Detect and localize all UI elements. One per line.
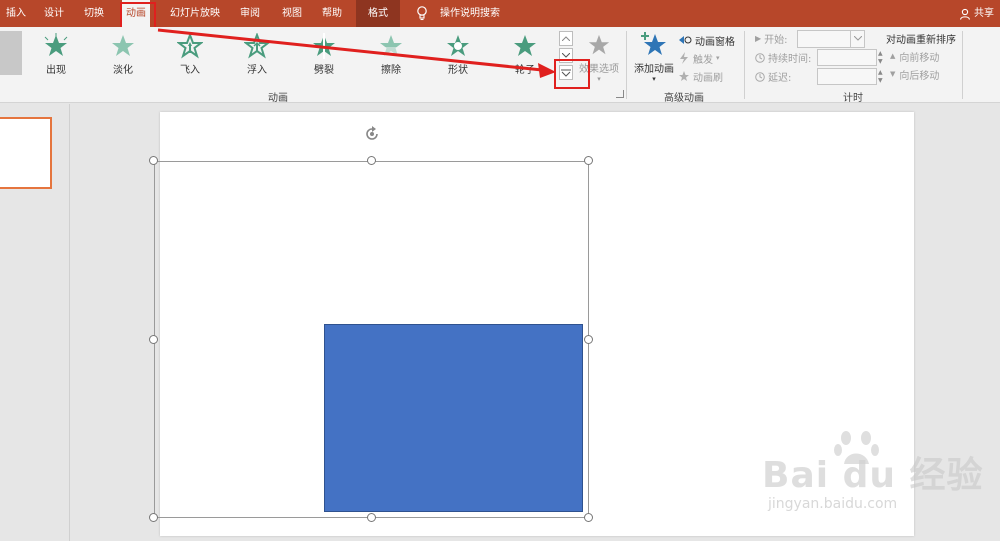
animation-shape[interactable]: 形状 (433, 33, 483, 77)
animation-wheel[interactable]: 轮子 (500, 33, 550, 77)
slide-thumbnail-pane (0, 104, 70, 541)
animation-label: 淡化 (113, 65, 133, 76)
gallery-scroll-up[interactable] (559, 31, 573, 46)
share-label: 共享 (974, 8, 994, 19)
duration-label: 持续时间: (768, 54, 812, 65)
move-earlier-label: 向前移动 (899, 52, 940, 64)
animation-pane-label: 动画窗格 (695, 36, 735, 48)
start-select[interactable] (797, 29, 865, 48)
chevron-up-icon (562, 36, 570, 41)
resize-handle-left[interactable] (149, 335, 158, 344)
animation-label: 形状 (448, 65, 468, 76)
ribbon-separator (626, 31, 627, 99)
wipe-star-icon (378, 35, 404, 59)
add-animation-label: 添加动画 (634, 64, 674, 75)
animation-fade[interactable]: 淡化 (98, 33, 148, 77)
delay-clock-icon (755, 71, 765, 82)
ribbon-separator (744, 31, 745, 99)
paw-logo-icon (834, 431, 879, 464)
resize-handle-bottom[interactable] (367, 513, 376, 522)
preview-area[interactable] (0, 31, 22, 75)
reorder-group: 对动画重新排序 ▲ 向前移动 ▼ 向后移动 (886, 31, 956, 83)
move-earlier-button[interactable]: ▲ 向前移动 (886, 47, 956, 65)
animation-label: 劈裂 (314, 65, 334, 76)
start-label: 开始: (764, 35, 788, 46)
animation-painter-label: 动画刷 (693, 72, 723, 84)
duration-input[interactable] (817, 49, 877, 66)
watermark-url: jingyan.baidu.com (768, 496, 898, 512)
add-animation-button[interactable]: 添加动画 ▾ (632, 31, 676, 83)
animation-fly-in[interactable]: 飞入 (165, 33, 215, 77)
animation-pane-icon (679, 36, 692, 44)
animation-label: 擦除 (381, 65, 401, 76)
chevron-down-icon (853, 36, 862, 41)
annotation-box-more-button (554, 59, 590, 89)
group-label-advanced: 高级动画 (664, 93, 704, 104)
clock-icon (755, 52, 765, 63)
group-label-animation: 动画 (268, 93, 288, 104)
split-star-icon (313, 33, 335, 59)
fly-in-star-icon (177, 33, 203, 59)
tab-review[interactable]: 审阅 (236, 0, 264, 27)
tab-insert[interactable]: 插入 (2, 0, 30, 27)
blue-rectangle-shape[interactable] (324, 324, 583, 512)
slide-thumbnail[interactable] (0, 117, 52, 189)
float-in-star-icon (244, 33, 270, 59)
timing-group: ▶ 开始: 持续时间: ▲ ▼ 延迟: ▲ ▼ (755, 29, 886, 86)
tab-format[interactable]: 格式 (356, 0, 400, 27)
share-button[interactable]: 共享 (959, 0, 994, 27)
tell-me-search[interactable]: 操作说明搜索 (436, 0, 504, 27)
tab-transitions[interactable]: 切换 (80, 0, 108, 27)
resize-handle-top-right[interactable] (584, 156, 593, 165)
ribbon-separator (962, 31, 963, 99)
tab-help[interactable]: 帮助 (318, 0, 346, 27)
delay-input[interactable] (817, 68, 877, 85)
resize-handle-bottom-right[interactable] (584, 513, 593, 522)
animation-painter-button[interactable]: 动画刷 (678, 67, 735, 85)
lightbulb-icon (417, 6, 427, 21)
wheel-star-icon (514, 35, 536, 56)
animation-wipe[interactable]: 擦除 (366, 33, 416, 77)
fade-star-icon (112, 35, 134, 56)
baidu-watermark: Bai du 经验 jingyan.baidu.com (762, 431, 992, 530)
add-animation-star-icon (641, 32, 666, 55)
animation-label: 浮入 (247, 65, 267, 76)
ribbon: 出现 淡化 飞入 浮入 劈裂 擦除 形状 轮子 效果选项 ▾ 动画 添加动画 ▾… (0, 27, 1000, 104)
tab-slideshow[interactable]: 幻灯片放映 (166, 0, 224, 27)
tab-design[interactable]: 设计 (40, 0, 68, 27)
chevron-down-icon (562, 53, 570, 58)
trigger-label: 触发 (693, 54, 713, 66)
animation-appear[interactable]: 出现 (31, 33, 81, 77)
animation-label: 出现 (46, 65, 66, 76)
rotate-handle-icon[interactable] (362, 124, 382, 144)
resize-handle-bottom-left[interactable] (149, 513, 158, 522)
animation-pane-button[interactable]: 动画窗格 (678, 31, 735, 49)
resize-handle-right[interactable] (584, 335, 593, 344)
trigger-button[interactable]: 触发 ▾ (678, 49, 735, 67)
animation-label: 飞入 (180, 65, 200, 76)
delay-label: 延迟: (768, 73, 792, 84)
person-icon (959, 8, 971, 20)
shape-star-icon (447, 35, 469, 56)
animation-split[interactable]: 劈裂 (299, 33, 349, 77)
reorder-title: 对动画重新排序 (886, 35, 956, 46)
caret-icon: ▾ (652, 75, 656, 83)
move-later-label: 向后移动 (899, 70, 940, 82)
animation-float-in[interactable]: 浮入 (232, 33, 282, 77)
group-label-timing: 计时 (843, 93, 863, 104)
duration-spinner[interactable]: ▲ ▼ (878, 50, 886, 66)
resize-handle-top[interactable] (367, 156, 376, 165)
animation-label: 轮子 (515, 65, 535, 76)
annotation-box-animation-tab (120, 2, 156, 29)
effect-star-icon (588, 34, 610, 55)
delay-spinner[interactable]: ▲ ▼ (878, 69, 886, 85)
appear-star-icon (44, 33, 68, 56)
move-later-button[interactable]: ▼ 向后移动 (886, 65, 956, 83)
painter-star-icon (679, 71, 689, 81)
lightning-icon (680, 52, 688, 64)
resize-handle-top-left[interactable] (149, 156, 158, 165)
dialog-launcher-icon[interactable] (616, 90, 624, 98)
tab-view[interactable]: 视图 (278, 0, 306, 27)
